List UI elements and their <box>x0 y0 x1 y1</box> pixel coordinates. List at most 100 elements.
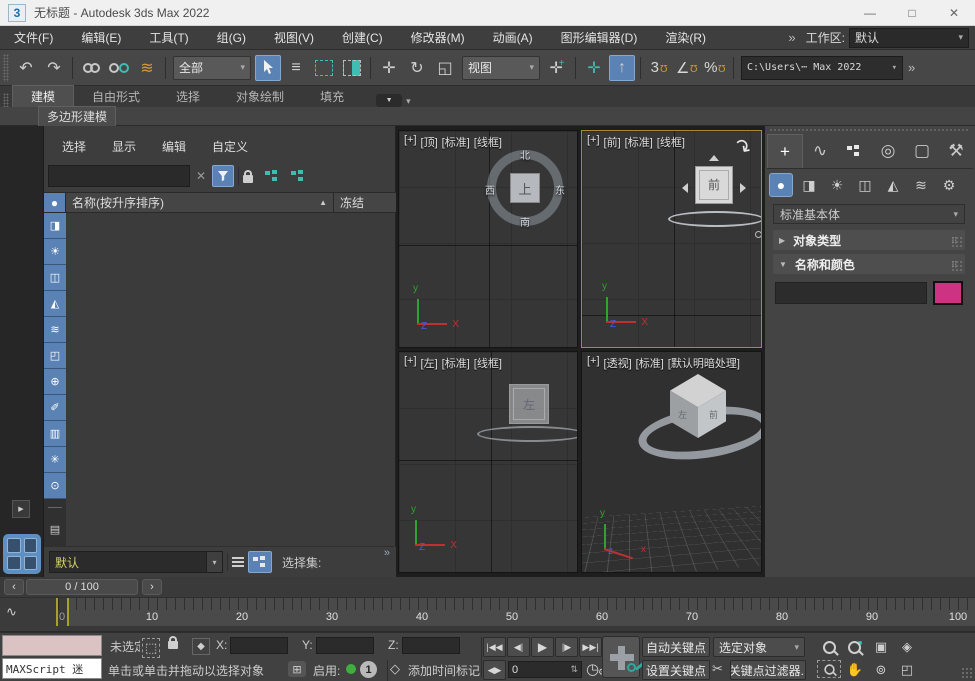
ribbon-drag-handle[interactable] <box>3 93 9 107</box>
selection-filter-dropdown[interactable]: 全部 ▾ <box>173 56 251 80</box>
add-time-tag[interactable]: 添加时间标记 <box>408 662 480 679</box>
project-folder-dropdown[interactable]: C:\Users\⋯ Max 2022 ▾ <box>741 56 903 80</box>
viewport-standard-menu[interactable]: [标准] <box>636 355 664 371</box>
expand-strip-button[interactable]: ▶ <box>12 500 30 518</box>
set-key-button[interactable]: 设置关键点 <box>642 660 710 680</box>
auto-key-button[interactable]: 自动关键点 <box>642 637 710 657</box>
collapse-tree-icon[interactable] <box>291 170 305 182</box>
chevron-down-icon[interactable]: ▾ <box>406 96 411 107</box>
tab-motion[interactable]: ◎ <box>871 134 905 168</box>
select-link-icon[interactable] <box>78 55 104 81</box>
select-rotate-button[interactable]: ↻ <box>404 55 430 81</box>
go-to-end-button[interactable]: ▶▶| <box>579 637 602 657</box>
ribbon-tab-populate[interactable]: 填充 <box>302 86 362 107</box>
menu-tools[interactable]: 工具(T) <box>135 29 202 46</box>
viewport-standard-menu[interactable]: [标准] <box>625 134 653 150</box>
display-containers-filter[interactable]: ▥ <box>44 421 66 447</box>
display-cameras-filter[interactable]: ◫ <box>44 265 66 291</box>
grid-enabled-indicator[interactable] <box>346 664 356 674</box>
clear-search-icon[interactable]: ✕ <box>196 169 206 183</box>
snap-toggle-3d-button[interactable]: 3Ω <box>646 55 672 81</box>
viewport-perspective[interactable]: [+] [透视] [标准] [默认明暗处理] 左 前 y x <box>581 351 762 573</box>
display-spacewarps-filter[interactable]: ≋ <box>44 317 66 343</box>
compass-west[interactable]: 西 <box>485 182 495 197</box>
compass-north[interactable]: 北 <box>520 147 530 162</box>
expand-tree-icon[interactable] <box>265 170 279 182</box>
menu-file[interactable]: 文件(F) <box>0 29 67 46</box>
minimize-button[interactable]: — <box>849 1 891 25</box>
angle-snap-button[interactable]: ∠Ω <box>674 55 700 81</box>
category-cameras[interactable]: ◫ <box>853 173 877 197</box>
frame-indicator[interactable]: 0 / 100 <box>26 579 138 595</box>
category-spacewarps[interactable]: ≋ <box>909 173 933 197</box>
display-helpers-filter[interactable]: ◭ <box>44 291 66 317</box>
zoom-extents-all-icon[interactable]: ◈ <box>895 637 919 657</box>
explorer-object-list[interactable] <box>66 213 395 546</box>
object-color-swatch[interactable] <box>933 281 963 305</box>
grid-settings-icon[interactable]: ⊞ <box>288 661 306 677</box>
rollout-name-color[interactable]: ▼ 名称和颜色 ⠿ <box>773 254 965 274</box>
tab-create[interactable]: + <box>767 134 803 168</box>
menu-animation[interactable]: 动画(A) <box>479 29 547 46</box>
display-geometry-filter[interactable]: ● <box>44 193 66 212</box>
category-helpers[interactable]: ◭ <box>881 173 905 197</box>
viewcube-front-face[interactable]: 前 <box>695 166 733 204</box>
next-frame-button[interactable]: |▶ <box>555 637 578 657</box>
percent-snap-button[interactable]: %Ω <box>702 55 728 81</box>
viewport-front-active[interactable]: [+] [前] [标准] [线框] ↷ 前 <box>581 130 762 348</box>
viewcube-front[interactable]: 前 <box>678 155 750 255</box>
viewport-shading-menu[interactable]: [线框] <box>474 355 502 371</box>
ribbon-tab-freeform[interactable]: 自由形式 <box>74 86 158 107</box>
select-scale-button[interactable]: ◱ <box>432 55 458 81</box>
viewport-menu-plus[interactable]: [+] <box>404 134 417 150</box>
maximize-viewport-toggle[interactable]: ◰ <box>895 660 919 680</box>
window-crossing-toggle[interactable] <box>339 55 365 81</box>
spinner-arrows-icon[interactable]: ⇅ <box>570 664 578 675</box>
timeline-ruler[interactable]: 0 10 20 30 40 50 60 70 80 90 100 <box>58 598 975 626</box>
display-groups-filter[interactable]: ◰ <box>44 343 66 369</box>
menu-modifiers[interactable]: 修改器(M) <box>397 29 479 46</box>
zoom-all-icon[interactable]: ■ <box>843 637 867 657</box>
key-mode-toggle[interactable]: ◀▶ <box>483 660 506 680</box>
filter-funnel-button[interactable] <box>212 165 234 187</box>
select-object-button[interactable] <box>255 55 281 81</box>
viewport-name-menu[interactable]: [透视] <box>604 355 632 371</box>
previous-frame-button[interactable]: ‹ <box>4 579 24 595</box>
frozen-column-header[interactable]: 冻结 <box>334 193 396 212</box>
use-pivot-center-button[interactable]: ✛+ <box>544 55 570 81</box>
viewcube-left-face[interactable]: 左 <box>509 384 549 424</box>
set-keys-button[interactable] <box>602 636 640 678</box>
explorer-search-input[interactable] <box>48 165 190 187</box>
category-geometry[interactable]: ● <box>769 173 793 197</box>
z-coordinate-input[interactable] <box>402 637 460 654</box>
maxscript-listener-pink[interactable] <box>2 635 102 656</box>
explorer-menu-edit[interactable]: 编辑 <box>162 138 186 155</box>
compass-east[interactable]: 东 <box>555 182 565 197</box>
explorer-menu-display[interactable]: 显示 <box>112 138 136 155</box>
rollout-object-type[interactable]: ▶ 对象类型 ⠿ <box>773 230 965 250</box>
menu-rendering[interactable]: 渲染(R) <box>651 29 720 46</box>
absolute-mode-icon[interactable]: ◆ <box>192 638 210 655</box>
viewport-left[interactable]: [+] [左] [标准] [线框] 左 y X Z <box>398 351 578 573</box>
grid-number-button[interactable]: 1 <box>360 661 377 678</box>
category-systems[interactable]: ⚙ <box>937 173 961 197</box>
go-to-start-button[interactable]: |◀◀ <box>483 637 506 657</box>
tab-display[interactable]: ▢ <box>905 134 939 168</box>
viewcube-compass[interactable]: 北 东 南 西 上 <box>487 150 563 226</box>
viewcube-perspective[interactable]: 左 前 <box>670 374 726 438</box>
x-coordinate-input[interactable] <box>230 637 288 654</box>
menu-edit[interactable]: 编辑(E) <box>67 29 135 46</box>
select-by-name-button[interactable]: ≡ <box>283 55 309 81</box>
zoom-region-icon[interactable] <box>817 660 841 678</box>
display-hidden-filter[interactable]: ⊙ <box>44 473 66 499</box>
time-slider-handle[interactable] <box>56 598 69 626</box>
viewcube-arrow-up[interactable] <box>709 155 719 161</box>
toolbar-overflow-icon[interactable]: » <box>908 60 915 75</box>
previous-frame-button[interactable]: ◀| <box>507 637 530 657</box>
viewport-standard-menu[interactable]: [标准] <box>442 355 470 371</box>
select-move-button[interactable]: ✛ <box>376 55 402 81</box>
viewport-menu-plus[interactable]: [+] <box>404 355 417 371</box>
viewport-menu-plus[interactable]: [+] <box>587 134 600 150</box>
lock-explorer-icon[interactable] <box>243 175 253 183</box>
undo-button[interactable]: ↶ <box>13 55 39 81</box>
